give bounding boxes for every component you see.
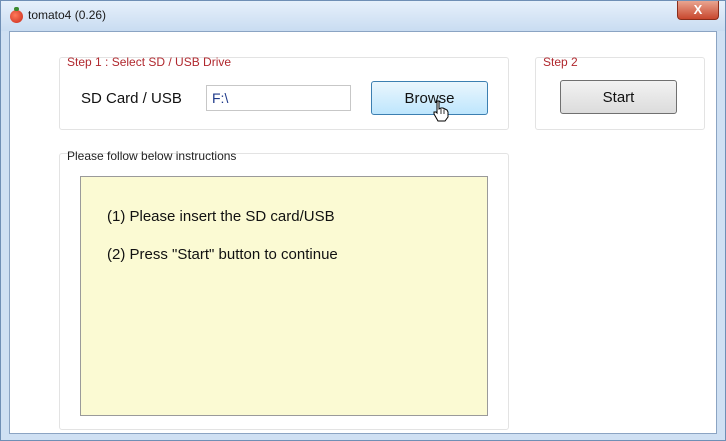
title-bar[interactable]: tomato4 (0.26) X	[1, 1, 725, 31]
close-icon: X	[693, 2, 703, 17]
drive-field-label: SD Card / USB	[81, 90, 182, 107]
instructions-caption: Please follow below instructions	[67, 149, 237, 163]
instructions-panel: (1) Please insert the SD card/USB (2) Pr…	[80, 176, 488, 416]
hand-cursor-icon	[433, 100, 449, 122]
client-area: Step 1 : Select SD / USB Drive Step 2 Pl…	[9, 31, 717, 434]
step2-caption: Step 2	[543, 55, 578, 69]
app-window: tomato4 (0.26) X Step 1 : Select SD / US…	[0, 0, 726, 441]
tomato-icon	[10, 7, 23, 23]
instruction-line-1: (1) Please insert the SD card/USB	[107, 208, 335, 225]
start-button[interactable]: Start	[560, 80, 677, 114]
instruction-line-2: (2) Press "Start" button to continue	[107, 246, 338, 263]
close-button[interactable]: X	[677, 1, 719, 20]
drive-path-input[interactable]	[206, 85, 351, 111]
step1-caption: Step 1 : Select SD / USB Drive	[67, 55, 232, 69]
window-title: tomato4 (0.26)	[28, 8, 107, 22]
browse-button[interactable]: Browse	[371, 81, 488, 115]
